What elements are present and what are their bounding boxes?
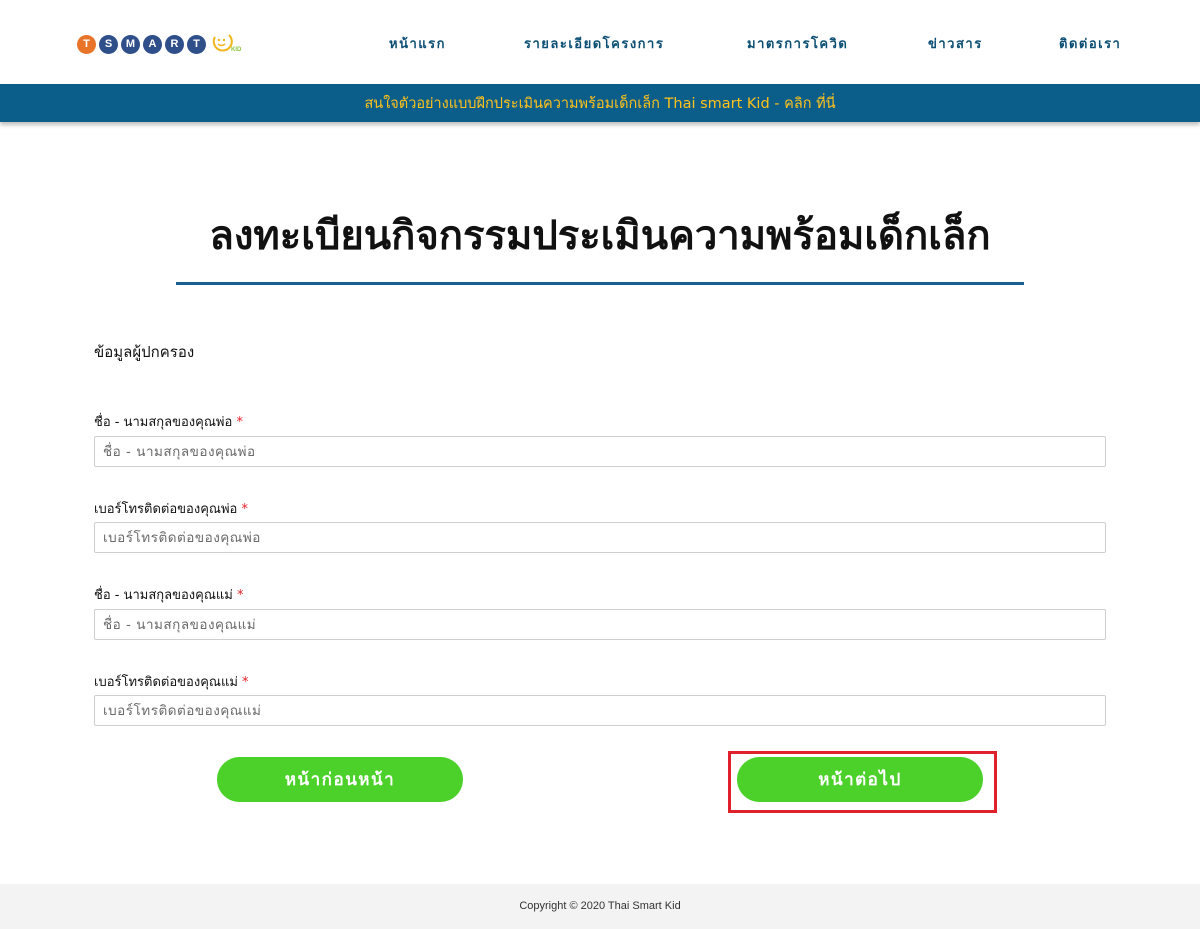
nav-item-home[interactable]: หน้าแรก [389, 33, 446, 54]
required-marker: * [236, 415, 243, 430]
father-phone-label: เบอร์โทรติดต่อของคุณพ่อ * [94, 498, 248, 519]
mother-phone-label: เบอร์โทรติดต่อของคุณแม่ * [94, 671, 249, 692]
nav-item-contact[interactable]: ติดต่อเรา [1059, 33, 1121, 54]
announcement-bar: สนใจตัวอย่างแบบฝึกประเมินความพร้อมเด็กเล… [0, 84, 1200, 122]
nav-item-covid-measures[interactable]: มาตรการโควิด [747, 33, 848, 54]
required-marker: * [242, 675, 249, 690]
copyright-text: Copyright © 2020 Thai Smart Kid [519, 900, 681, 912]
required-marker: * [241, 502, 248, 517]
previous-page-button[interactable]: หน้าก่อนหน้า [217, 757, 463, 802]
title-underline [176, 282, 1024, 285]
father-name-input[interactable] [94, 436, 1106, 467]
nav-item-project-details[interactable]: รายละเอียดโครงการ [524, 33, 664, 54]
father-phone-input[interactable] [94, 522, 1106, 553]
main-nav: หน้าแรก รายละเอียดโครงการ มาตรการโควิด ข… [0, 33, 1200, 53]
father-name-label: ชื่อ - นามสกุลของคุณพ่อ * [94, 411, 243, 432]
page-title: ลงทะเบียนกิจกรรมประเมินความพร้อมเด็กเล็ก [209, 213, 991, 259]
field-label-text: ชื่อ - นามสกุลของคุณพ่อ [94, 415, 233, 430]
field-label-text: ชื่อ - นามสกุลของคุณแม่ [94, 588, 233, 603]
field-label-text: เบอร์โทรติดต่อของคุณพ่อ [94, 502, 238, 517]
next-page-button[interactable]: หน้าต่อไป [737, 757, 983, 802]
site-header: T S M A R T KID หน้าแรก รายละเอียดโครงกา… [0, 0, 1200, 84]
field-label-text: เบอร์โทรติดต่อของคุณแม่ [94, 675, 238, 690]
nav-item-news[interactable]: ข่าวสาร [928, 33, 983, 54]
announcement-link[interactable]: สนใจตัวอย่างแบบฝึกประเมินความพร้อมเด็กเล… [364, 96, 835, 112]
mother-name-label: ชื่อ - นามสกุลของคุณแม่ * [94, 584, 244, 605]
required-marker: * [237, 588, 244, 603]
mother-name-input[interactable] [94, 609, 1106, 640]
section-label-parent-info: ข้อมูลผู้ปกครอง [94, 343, 195, 361]
mother-phone-input[interactable] [94, 695, 1106, 726]
footer: Copyright © 2020 Thai Smart Kid [0, 884, 1200, 929]
